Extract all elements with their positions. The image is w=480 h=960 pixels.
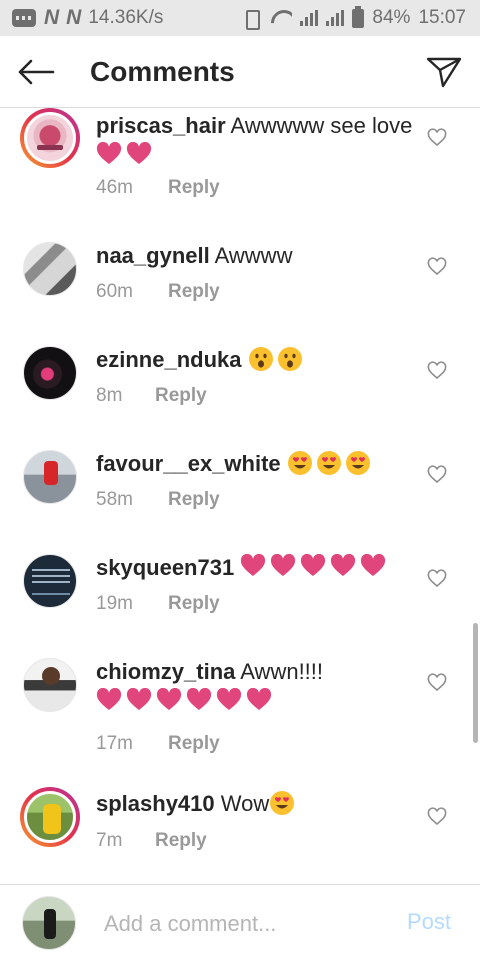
wifi-icon <box>270 10 292 26</box>
network-n-icon: N <box>44 6 59 29</box>
pink-heart-emoji <box>156 688 182 710</box>
heart-outline-icon[interactable] <box>427 465 447 485</box>
reply-button[interactable]: Reply <box>168 733 220 755</box>
avatar[interactable] <box>20 108 80 168</box>
reply-button[interactable]: Reply <box>168 177 220 199</box>
pink-heart-emoji <box>271 554 296 576</box>
pink-heart-emoji <box>96 142 122 164</box>
post-button[interactable]: Post <box>407 909 451 935</box>
comments-list[interactable]: priscas_hair Awwwww see love 46m Reply n… <box>0 108 480 884</box>
pink-heart-emoji <box>96 688 122 710</box>
clock: 15:07 <box>418 7 466 28</box>
comment-body: Awwww <box>214 243 293 268</box>
avatar[interactable] <box>22 449 78 505</box>
comment-time: 58m <box>96 489 133 510</box>
network-n-icon: N <box>66 6 81 29</box>
comment-body: Awwn!!!! <box>240 659 324 684</box>
comment-text: skyqueen731 <box>96 553 416 583</box>
comment-time: 46m <box>96 177 133 198</box>
signal-icon <box>326 10 345 26</box>
reply-button[interactable]: Reply <box>168 593 220 615</box>
comment-text: favour__ex_white <box>96 449 416 479</box>
avatar[interactable] <box>22 657 78 713</box>
comment-username[interactable]: chiomzy_tina <box>96 659 235 684</box>
back-button[interactable] <box>0 36 72 108</box>
comments-header: Comments <box>0 36 480 108</box>
heart-outline-icon[interactable] <box>427 128 447 148</box>
heart-outline-icon[interactable] <box>427 569 447 589</box>
reply-button[interactable]: Reply <box>155 385 207 407</box>
battery-icon <box>352 5 365 28</box>
avatar[interactable] <box>22 553 78 609</box>
pink-heart-emoji <box>126 142 152 164</box>
hushed-face-emoji <box>248 347 273 371</box>
avatar[interactable] <box>20 787 80 847</box>
comment-body: Awwwww see love <box>230 113 413 138</box>
pink-heart-emoji <box>126 688 152 710</box>
comment-text: ezinne_nduka <box>96 345 416 375</box>
page-title: Comments <box>90 55 235 87</box>
reply-button[interactable]: Reply <box>155 830 207 852</box>
comment-time: 8m <box>96 385 123 406</box>
comment-username[interactable]: priscas_hair <box>96 113 226 138</box>
vibrate-icon <box>240 9 262 30</box>
pink-heart-emoji <box>216 688 242 710</box>
comment-text: chiomzy_tina Awwn!!!! <box>96 657 416 717</box>
heart-eyes-face-emoji <box>316 451 341 475</box>
hushed-face-emoji <box>277 347 302 371</box>
pink-heart-emoji <box>241 554 266 576</box>
avatar <box>22 896 76 950</box>
pink-heart-emoji <box>301 554 326 576</box>
heart-eyes-face-emoji <box>270 791 295 815</box>
comment-username[interactable]: favour__ex_white <box>96 451 281 476</box>
heart-outline-icon[interactable] <box>427 807 447 827</box>
share-button[interactable] <box>408 36 480 108</box>
reply-button[interactable]: Reply <box>168 489 220 511</box>
pink-heart-emoji <box>331 554 356 576</box>
avatar[interactable] <box>22 241 78 297</box>
heart-eyes-face-emoji <box>287 451 312 475</box>
comment-text: naa_gynell Awwww <box>96 241 416 271</box>
avatar[interactable] <box>22 345 78 401</box>
comment-composer: Post <box>0 884 480 960</box>
comment-time: 17m <box>96 733 133 754</box>
comment-username[interactable]: ezinne_nduka <box>96 347 241 372</box>
network-speed: 14.36K/s <box>88 7 164 28</box>
paper-plane-icon <box>426 57 462 87</box>
comment-time: 7m <box>96 830 123 851</box>
pink-heart-emoji <box>186 688 212 710</box>
arrow-left-icon <box>18 59 55 84</box>
reply-button[interactable]: Reply <box>168 281 220 303</box>
comment-body: Wow <box>220 791 270 816</box>
signal-icon <box>300 10 319 26</box>
pink-heart-emoji <box>246 688 272 710</box>
comment-input[interactable] <box>104 907 384 941</box>
status-bar: N N 14.36K/s 84% 15:07 <box>0 0 480 36</box>
battery-percent: 84% <box>372 7 411 28</box>
comment-username[interactable]: naa_gynell <box>96 243 210 268</box>
heart-outline-icon[interactable] <box>427 673 447 693</box>
comment-time: 60m <box>96 281 133 302</box>
comment-time: 19m <box>96 593 133 614</box>
comment-text: splashy410 Wow <box>96 789 416 819</box>
comment-username[interactable]: splashy410 <box>96 791 215 816</box>
pink-heart-emoji <box>361 554 386 576</box>
message-notification-icon <box>12 9 36 27</box>
scrollbar[interactable] <box>473 623 478 743</box>
comment-text: priscas_hair Awwwww see love <box>96 111 416 171</box>
comment-username[interactable]: skyqueen731 <box>96 555 234 580</box>
heart-eyes-face-emoji <box>345 451 370 475</box>
heart-outline-icon[interactable] <box>427 361 447 381</box>
heart-outline-icon[interactable] <box>427 257 447 277</box>
